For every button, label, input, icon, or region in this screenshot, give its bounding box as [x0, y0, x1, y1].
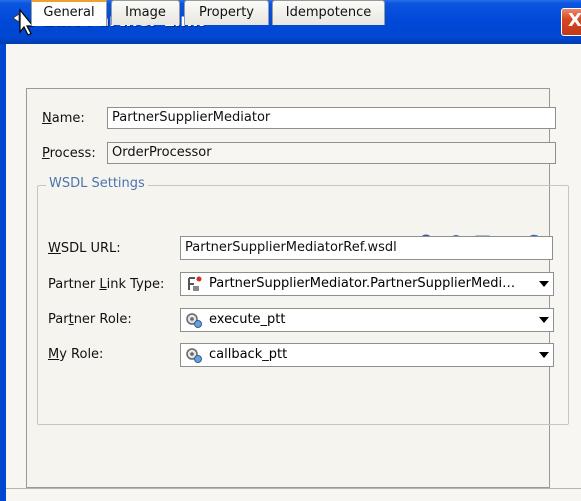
role-gear-icon	[186, 313, 202, 328]
tab-property[interactable]: Property	[184, 0, 269, 25]
tab-image[interactable]: Image	[111, 0, 180, 25]
partner-role-value: execute_ptt	[209, 312, 286, 327]
my-role-label: My Role:	[48, 347, 104, 362]
partner-link-type-icon	[188, 276, 202, 291]
wsdl-url-field[interactable]: PartnerSupplierMediatorRef.wsdl	[180, 236, 553, 260]
chevron-down-icon	[539, 281, 549, 287]
chevron-down-icon	[539, 352, 549, 358]
partner-link-type-select[interactable]: PartnerSupplierMediator.PartnerSupplierM…	[180, 272, 554, 296]
name-field[interactable]: PartnerSupplierMediator	[107, 107, 556, 129]
partner-role-label: Partner Role:	[48, 312, 132, 327]
my-role-value: callback_ptt	[209, 347, 288, 362]
name-label: Name:	[42, 111, 85, 126]
partner-role-select[interactable]: execute_ptt	[180, 308, 554, 332]
wsdl-url-label: WSDL URL:	[48, 241, 121, 256]
role-gear-icon	[186, 348, 202, 363]
divider	[6, 488, 581, 489]
partner-link-type-label: Partner Link Type:	[48, 277, 165, 292]
process-label: Process:	[42, 146, 96, 161]
partner-link-type-value: PartnerSupplierMediator.PartnerSupplierM…	[209, 276, 516, 291]
tab-general[interactable]: General	[31, 0, 107, 26]
close-button[interactable]: X	[561, 8, 581, 36]
chevron-down-icon	[539, 317, 549, 323]
edit-partner-link-dialog: Edit Partner Link X General Image Proper…	[0, 0, 581, 501]
tab-idempotence[interactable]: Idempotence	[272, 0, 385, 25]
my-role-select[interactable]: callback_ptt	[180, 343, 554, 367]
wsdl-settings-title: WSDL Settings	[46, 176, 148, 191]
process-field: OrderProcessor	[107, 142, 556, 164]
wsdl-settings-group	[37, 185, 569, 425]
